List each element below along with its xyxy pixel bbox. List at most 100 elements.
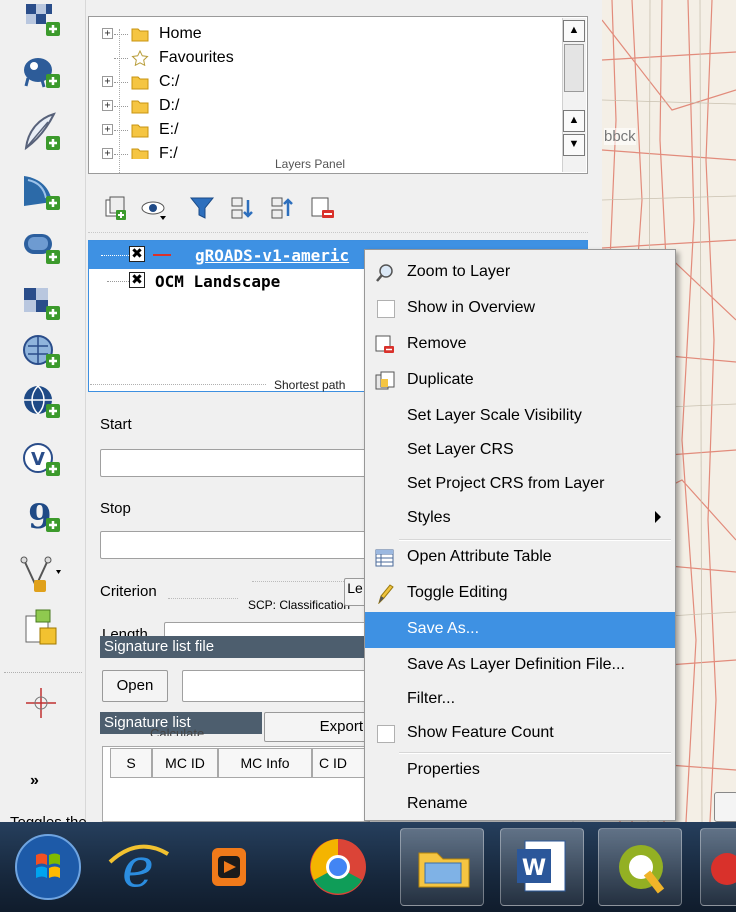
column-header-s[interactable]: S bbox=[110, 748, 152, 778]
menu-item-remove[interactable]: Remove bbox=[367, 327, 673, 363]
folder-icon bbox=[131, 100, 149, 114]
length-button[interactable]: Le bbox=[344, 578, 366, 606]
menu-item-styles[interactable]: Styles bbox=[367, 501, 673, 537]
expand-icon[interactable]: + bbox=[102, 100, 113, 111]
shortest-path-title: Shortest path bbox=[274, 378, 346, 392]
menu-item-save-as-layer-definition-file[interactable]: Save As Layer Definition File... bbox=[367, 648, 673, 684]
menu-item-rename[interactable]: Rename bbox=[367, 787, 673, 823]
magnifier-icon bbox=[376, 264, 393, 282]
expand-icon[interactable]: + bbox=[102, 124, 113, 135]
crosshair-icon[interactable] bbox=[18, 680, 64, 726]
collapse-all-icon[interactable] bbox=[268, 194, 296, 222]
star-icon bbox=[131, 50, 149, 66]
line-symbol-icon bbox=[153, 254, 171, 256]
scroll-up-icon[interactable]: ▲ bbox=[563, 20, 585, 42]
menu-item-save-as[interactable]: Save As... bbox=[365, 612, 675, 648]
digitize-tools-icon[interactable] bbox=[18, 552, 64, 598]
browser-item-label: E:/ bbox=[159, 121, 179, 138]
add-wms-layer-icon[interactable] bbox=[18, 282, 64, 328]
internet-explorer-icon[interactable]: e bbox=[96, 828, 180, 906]
folder-icon bbox=[131, 28, 149, 42]
add-mssql-layer-icon[interactable] bbox=[18, 170, 64, 216]
start-label: Start bbox=[100, 416, 132, 433]
layer-visibility-checkbox[interactable]: ✖ bbox=[129, 246, 145, 262]
add-group-icon[interactable] bbox=[102, 194, 130, 222]
left-toolbar: V 9 » Toggles the bbox=[0, 0, 87, 831]
menu-item-show-in-overview[interactable]: Show in Overview bbox=[367, 291, 673, 327]
browser-item-d-drive[interactable]: + D:/ bbox=[89, 95, 559, 119]
expand-icon[interactable]: + bbox=[102, 28, 113, 39]
chevron-more-icon[interactable]: » bbox=[30, 772, 50, 792]
browser-panel: + Home Favourites + C:/ + D:/ + E:/ + F:… bbox=[88, 16, 588, 174]
file-explorer-icon[interactable] bbox=[400, 828, 484, 906]
layer-context-menu: Zoom to Layer Show in Overview Remove Du… bbox=[364, 249, 676, 821]
add-oracle-layer-icon[interactable] bbox=[18, 226, 64, 272]
word-icon[interactable]: W bbox=[500, 828, 584, 906]
attribute-table-icon bbox=[375, 549, 394, 567]
signature-file-path-input[interactable] bbox=[182, 670, 370, 702]
media-player-icon[interactable] bbox=[186, 828, 270, 906]
layer-name: OCM Landscape bbox=[155, 272, 281, 291]
menu-item-duplicate[interactable]: Duplicate bbox=[367, 363, 673, 399]
add-spatialite-layer-icon[interactable] bbox=[18, 110, 64, 156]
pencil-icon bbox=[378, 584, 394, 604]
export-button[interactable]: Export bbox=[264, 712, 370, 742]
menu-item-set-layer-crs[interactable]: Set Layer CRS bbox=[367, 433, 673, 469]
browser-item-label: D:/ bbox=[159, 97, 180, 114]
svg-text:W: W bbox=[522, 856, 546, 881]
menu-item-filter[interactable]: Filter... bbox=[367, 682, 673, 718]
eye-icon[interactable] bbox=[140, 194, 168, 222]
svg-text:V: V bbox=[31, 449, 45, 470]
add-virtual-layer-icon[interactable]: V bbox=[18, 438, 64, 484]
map-label: bbck bbox=[604, 128, 636, 145]
layers-panel-caption: Layers Panel bbox=[275, 157, 346, 171]
menu-item-toggle-editing[interactable]: Toggle Editing bbox=[367, 576, 673, 612]
browser-item-c-drive[interactable]: + C:/ bbox=[89, 71, 559, 95]
expand-icon[interactable]: + bbox=[102, 76, 113, 87]
folder-icon bbox=[131, 148, 149, 159]
expand-all-icon[interactable] bbox=[228, 194, 256, 222]
filter-icon[interactable] bbox=[188, 194, 216, 222]
layers-toolbar bbox=[88, 188, 588, 232]
menu-item-set-project-crs-from-layer[interactable]: Set Project CRS from Layer bbox=[367, 467, 673, 503]
menu-item-show-feature-count[interactable]: Show Feature Count bbox=[367, 716, 673, 752]
add-wfs-layer-icon[interactable] bbox=[18, 380, 64, 426]
browser-item-favourites[interactable]: Favourites bbox=[89, 47, 559, 71]
menu-item-zoom-to-layer[interactable]: Zoom to Layer bbox=[367, 255, 673, 291]
snipping-tool-icon[interactable] bbox=[700, 828, 736, 906]
remove-layer-icon[interactable] bbox=[308, 194, 336, 222]
signature-list-file-title: Signature list file bbox=[100, 636, 364, 658]
browser-item-home[interactable]: + Home bbox=[89, 23, 559, 47]
menu-item-set-layer-scale-visibility[interactable]: Set Layer Scale Visibility bbox=[367, 399, 673, 435]
start-input[interactable] bbox=[100, 449, 370, 477]
browser-item-label: F:/ bbox=[159, 145, 178, 159]
checkbox-icon[interactable] bbox=[377, 725, 395, 743]
browser-item-e-drive[interactable]: + E:/ bbox=[89, 119, 559, 143]
scroll-down-icon[interactable]: ▼ bbox=[563, 134, 585, 156]
checkbox-icon[interactable] bbox=[377, 300, 395, 318]
add-wcs-layer-icon[interactable] bbox=[18, 330, 64, 376]
browser-scroll-thumb[interactable] bbox=[564, 44, 584, 92]
chrome-icon[interactable] bbox=[296, 828, 380, 906]
add-delimited-text-layer-icon[interactable]: 9 bbox=[18, 494, 64, 540]
scroll-up-icon[interactable]: ▲ bbox=[563, 110, 585, 132]
qgis-icon[interactable] bbox=[598, 828, 682, 906]
menu-item-properties[interactable]: Properties bbox=[367, 753, 673, 789]
add-raster-layer-icon[interactable] bbox=[18, 0, 64, 46]
layer-name: gROADS-v1-americ bbox=[195, 246, 350, 265]
calculate-label: Calculate bbox=[150, 726, 205, 736]
expand-icon[interactable]: + bbox=[102, 148, 113, 159]
stop-input[interactable] bbox=[100, 531, 370, 559]
layer-visibility-checkbox[interactable]: ✖ bbox=[129, 272, 145, 288]
column-header-mc-id[interactable]: MC ID bbox=[152, 748, 218, 778]
toolbar-divider bbox=[88, 232, 588, 233]
scp-tool-icon[interactable] bbox=[18, 606, 64, 652]
column-header-mc-info[interactable]: MC Info bbox=[218, 748, 312, 778]
open-button[interactable]: Open bbox=[102, 670, 168, 702]
criterion-label: Criterion bbox=[100, 583, 157, 600]
start-orb-icon[interactable] bbox=[6, 828, 90, 906]
add-postgis-layer-icon[interactable] bbox=[18, 50, 64, 96]
column-header-c-id[interactable]: C ID bbox=[312, 748, 370, 778]
menu-item-open-attribute-table[interactable]: Open Attribute Table bbox=[367, 540, 673, 576]
map-control-icon[interactable] bbox=[714, 792, 736, 822]
